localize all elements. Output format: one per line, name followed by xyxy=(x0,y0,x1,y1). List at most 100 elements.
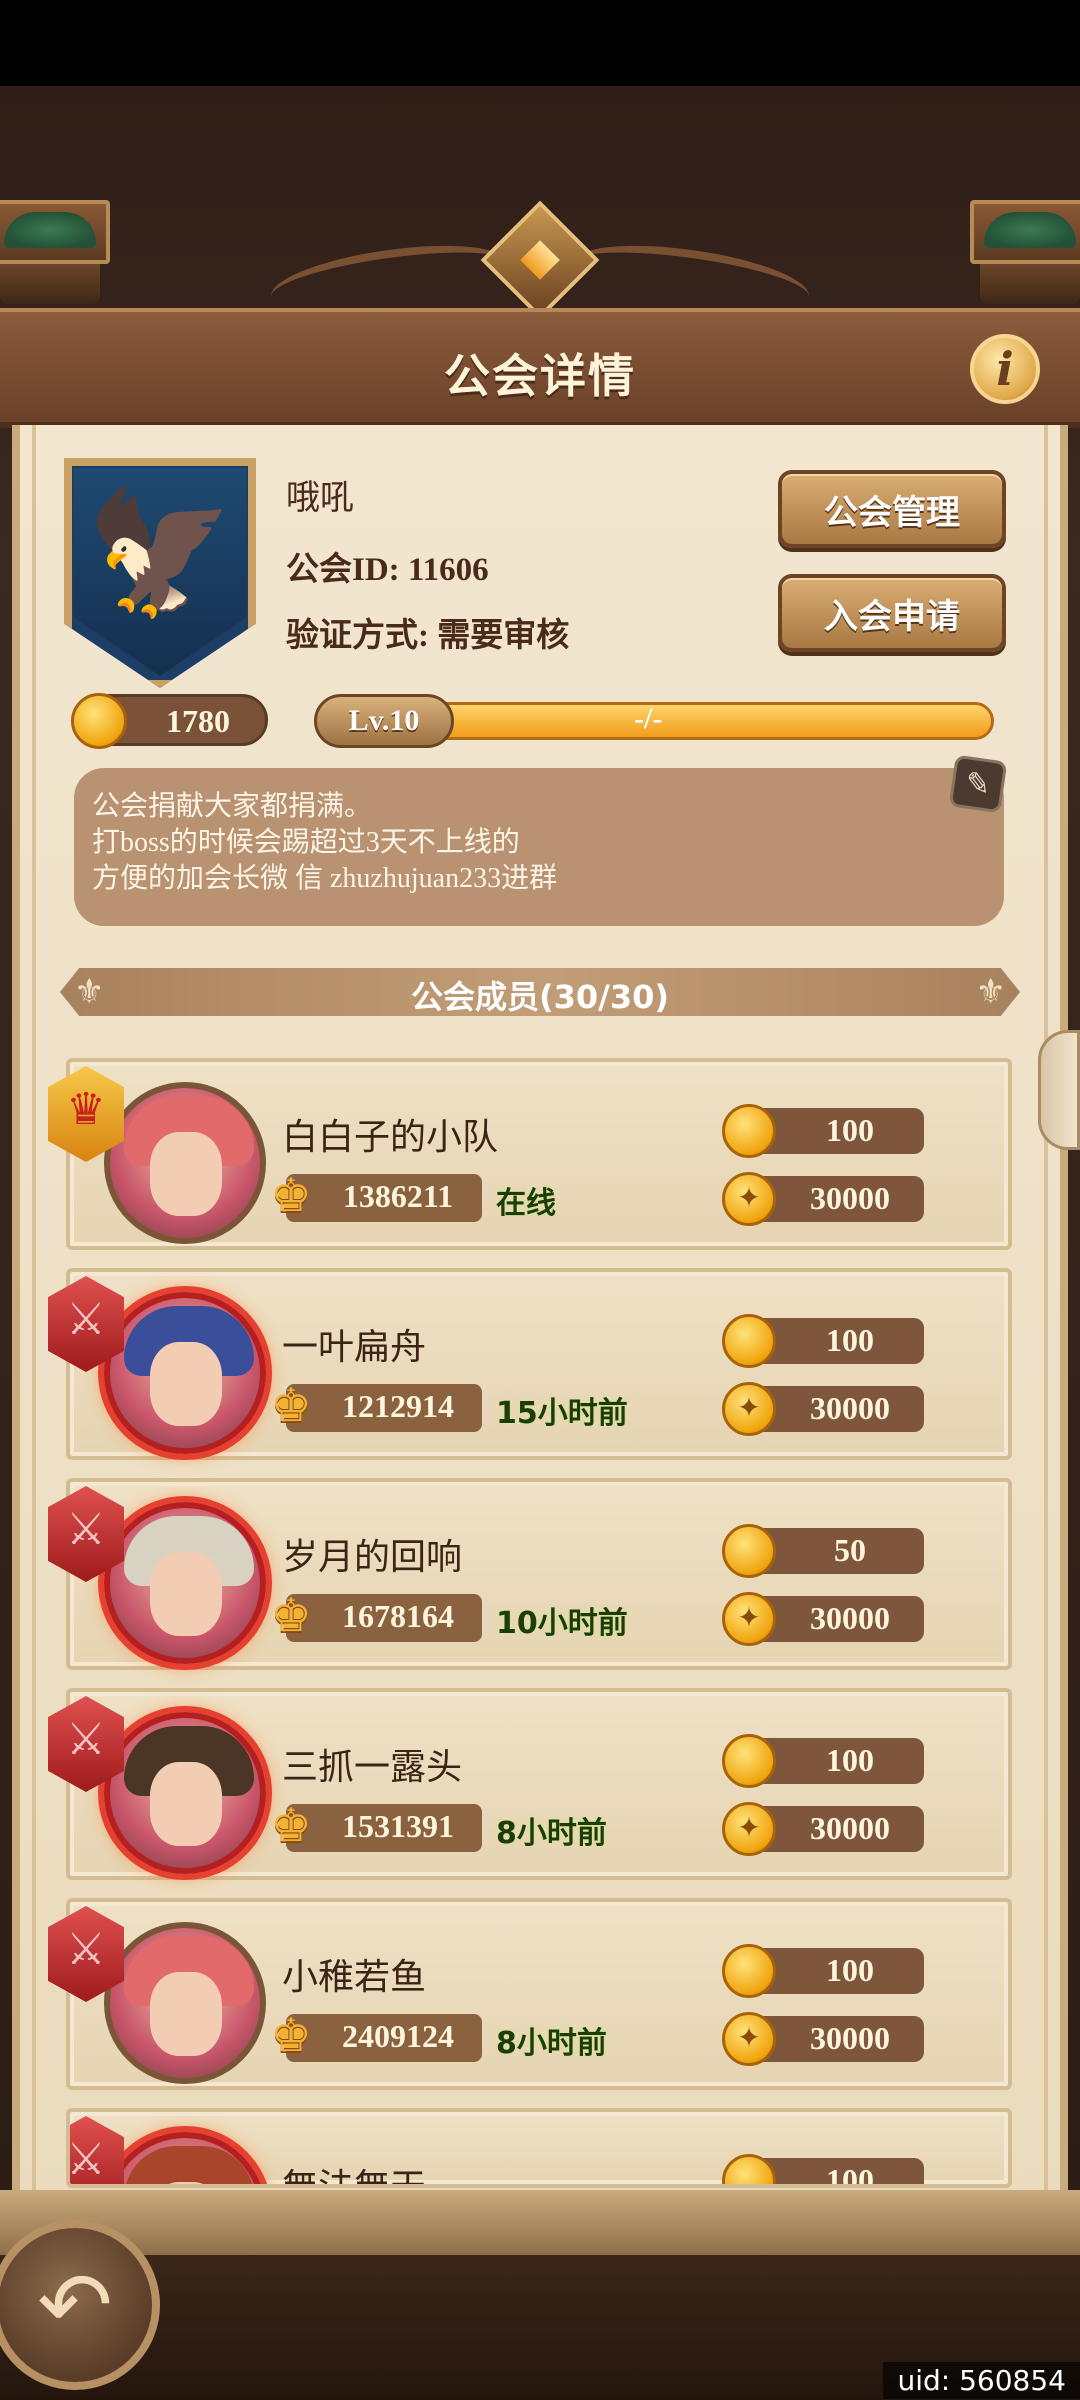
member-card[interactable]: ⚔ 三抓一露头 ♚ 1531391 8小时前 100 ✦ 30000 xyxy=(48,1688,1012,1880)
honor-medal-icon: ✦ xyxy=(722,1172,776,1226)
member-swords-icon: ⚔ xyxy=(48,1696,124,1792)
member-swords-icon: ⚔ xyxy=(48,1276,124,1372)
member-contribution-value: 100 xyxy=(826,1112,874,1148)
member-contribution: 100 xyxy=(722,1314,924,1368)
member-swords-icon: ⚔ xyxy=(48,1906,124,2002)
member-honor: ✦ 30000 xyxy=(722,1382,924,1436)
fleur-icon: ⚜ xyxy=(975,972,1006,1012)
member-honor: ✦ 30000 xyxy=(722,1592,924,1646)
side-pull-tab[interactable] xyxy=(1038,1030,1080,1150)
edit-notice-icon[interactable]: ✎ xyxy=(948,754,1008,814)
member-power-value: 2409124 xyxy=(342,2018,454,2054)
level-progress-text: -/- xyxy=(634,702,663,735)
guild-notice: 公会捐献大家都捐满。 打boss的时候会踢超过3天不上线的 方便的加会长微 信 … xyxy=(74,754,1008,926)
guild-coins: 1780 xyxy=(71,693,268,749)
honor-medal-icon: ✦ xyxy=(722,1592,776,1646)
member-card[interactable]: ⚔ 一叶扁舟 ♚ 1212914 15小时前 100 ✦ 30000 xyxy=(48,1268,1012,1460)
member-honor-value: 30000 xyxy=(810,1180,890,1216)
coin-icon xyxy=(722,2154,776,2184)
member-contribution: 50 xyxy=(722,1524,924,1578)
member-honor-value: 30000 xyxy=(810,2020,890,2056)
members-heading: 公会成员(30/30) xyxy=(410,978,669,1016)
member-power: ♚ 1531391 xyxy=(270,1798,482,1852)
title-bar: 公会详情 i xyxy=(0,308,1080,428)
coin-icon xyxy=(722,1524,776,1578)
notice-line: 公会捐献大家都捐满。 xyxy=(92,791,373,822)
honor-medal-icon: ✦ xyxy=(722,1382,776,1436)
member-card[interactable]: ⚔ 小稚若鱼 ♚ 2409124 8小时前 100 ✦ 30000 xyxy=(48,1898,1012,2090)
member-last-online: 8小时前 xyxy=(496,2026,607,2061)
avatar[interactable] xyxy=(104,1922,266,2084)
member-swords-icon: ⚔ xyxy=(70,2116,124,2184)
member-card[interactable]: ⚔無法無天♚100✦ xyxy=(66,2108,1012,2188)
avatar[interactable] xyxy=(104,1502,266,1664)
info-button[interactable]: i xyxy=(970,334,1040,404)
notice-line: 打boss的时候会踢超过3天不上线的 xyxy=(92,827,520,858)
member-contribution-value: 50 xyxy=(834,1532,866,1568)
member-last-online: 15小时前 xyxy=(496,1396,628,1431)
power-crown-icon: ♚ xyxy=(270,1168,312,1222)
left-pillar-decoration xyxy=(0,200,110,310)
panel-bottom-edge xyxy=(0,2190,1080,2260)
member-power-value: 1386211 xyxy=(342,1178,454,1214)
avatar[interactable] xyxy=(104,1082,266,1244)
eagle-icon: 🦅 xyxy=(85,484,235,623)
coin-icon xyxy=(722,1314,776,1368)
avatar[interactable] xyxy=(104,1292,266,1454)
power-crown-icon: ♚ xyxy=(270,1798,312,1852)
honor-medal-icon: ✦ xyxy=(722,1802,776,1856)
power-crown-icon: ♚ xyxy=(270,1588,312,1642)
join-requests-button[interactable]: 入会申请 xyxy=(778,574,1006,652)
member-power: ♚ 1386211 xyxy=(270,1168,482,1222)
member-power: ♚ 2409124 xyxy=(270,2008,482,2062)
member-power: ♚ 1678164 xyxy=(270,1588,482,1642)
member-honor: ✦ 30000 xyxy=(722,1802,924,1856)
member-name: 無法無天 xyxy=(282,2167,427,2188)
member-honor-value: 30000 xyxy=(810,1810,890,1846)
member-name: 小稚若鱼 xyxy=(282,1957,427,1998)
member-name: 一叶扁舟 xyxy=(282,1327,427,1368)
member-contribution-value: 100 xyxy=(826,1742,874,1778)
member-last-online: 8小时前 xyxy=(496,1816,607,1851)
guild-emblem: 🦅 xyxy=(64,458,256,688)
power-crown-icon: ♚ xyxy=(270,2008,312,2062)
member-contribution: 100 xyxy=(722,1734,924,1788)
guild-id: 公会ID: 11606 xyxy=(286,552,489,588)
member-last-online: 在线 xyxy=(496,1186,556,1221)
level-badge: Lv.10 xyxy=(314,694,454,748)
right-pillar-decoration xyxy=(970,200,1080,310)
avatar[interactable] xyxy=(104,2132,266,2184)
avatar[interactable] xyxy=(104,1712,266,1874)
leader-crown-icon: ♛ xyxy=(48,1066,124,1162)
member-name: 岁月的回响 xyxy=(282,1537,463,1578)
guild-coins-value: 1780 xyxy=(166,703,230,739)
coin-icon xyxy=(722,1734,776,1788)
member-contribution: 100 xyxy=(722,2154,924,2184)
member-contribution: 100 xyxy=(722,1104,924,1158)
members-heading-bar: ⚜ 公会成员(30/30) ⚜ xyxy=(60,968,1020,1016)
member-honor: ✦ 30000 xyxy=(722,1172,924,1226)
guild-name: 哦吼 xyxy=(286,478,354,518)
member-last-online: 10小时前 xyxy=(496,1606,628,1641)
notice-line: 方便的加会长微 信 zhuzhujuan233进群 xyxy=(92,863,558,894)
power-crown-icon: ♚ xyxy=(270,1378,312,1432)
member-power: ♚ 1212914 xyxy=(270,1378,482,1432)
page-title: 公会详情 xyxy=(444,349,636,403)
coin-icon xyxy=(722,1104,776,1158)
member-name: 白白子的小队 xyxy=(282,1117,499,1158)
member-card[interactable]: ♛ 白白子的小队 ♚ 1386211 在线 100 ✦ 30000 xyxy=(48,1058,1012,1250)
level-progress-track xyxy=(374,702,994,740)
member-card[interactable]: ⚔ 岁月的回响 ♚ 1678164 10小时前 50 ✦ 30000 xyxy=(48,1478,1012,1670)
member-contribution-value: 100 xyxy=(826,1952,874,1988)
member-power-value: 1212914 xyxy=(342,1388,454,1424)
guild-manage-button[interactable]: 公会管理 xyxy=(778,470,1006,548)
status-bar xyxy=(0,0,1080,86)
crest-decoration xyxy=(266,200,814,327)
uid-label: uid: 560854 xyxy=(883,2362,1080,2399)
member-swords-icon: ⚔ xyxy=(48,1486,124,1582)
guild-verify-mode: 验证方式: 需要审核 xyxy=(286,618,570,654)
member-power-value: 1531391 xyxy=(342,1808,454,1844)
member-name: 三抓一露头 xyxy=(282,1747,463,1788)
member-honor-value: 30000 xyxy=(810,1600,890,1636)
member-contribution-value: 100 xyxy=(826,1322,874,1358)
